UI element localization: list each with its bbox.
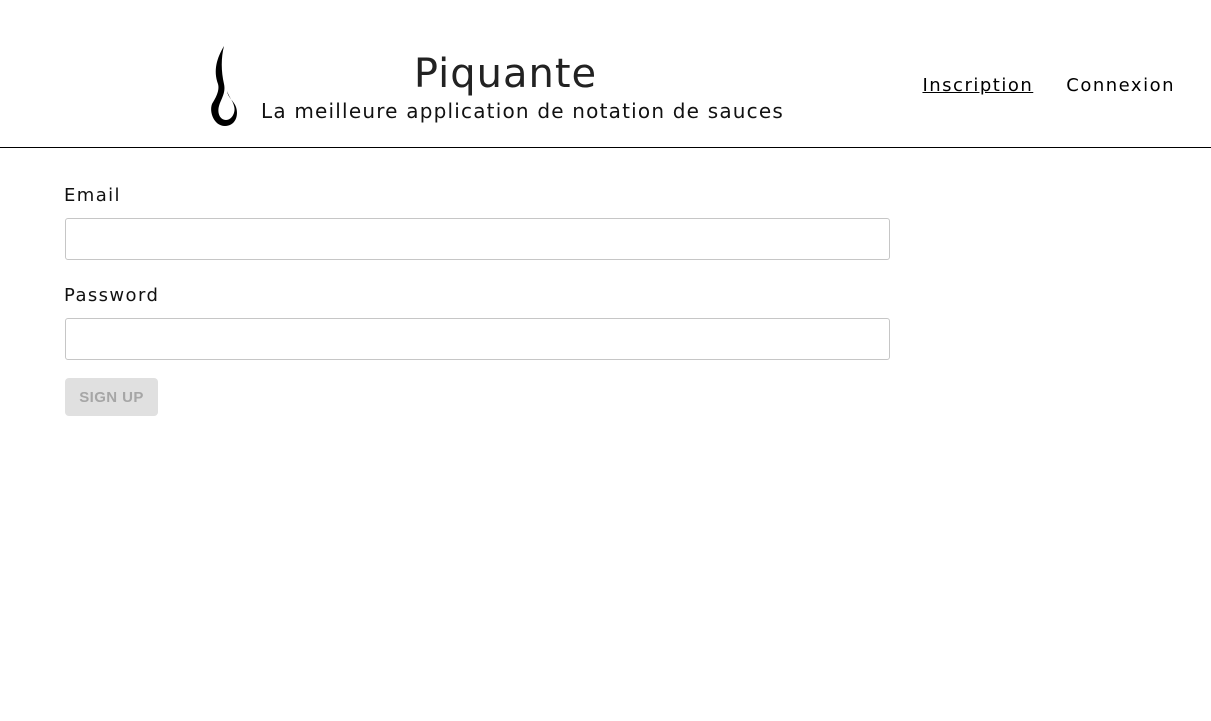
email-label: Email xyxy=(64,185,121,206)
flame-icon xyxy=(211,46,237,126)
site-title: Piquante xyxy=(413,51,598,97)
email-field-group: Email xyxy=(64,184,890,260)
password-field-group: Password xyxy=(64,284,890,360)
top-nav: Inscription Connexion xyxy=(922,74,1175,98)
password-input[interactable] xyxy=(65,318,890,360)
email-input[interactable] xyxy=(65,218,890,260)
sign-up-button[interactable]: Sign up xyxy=(65,378,158,416)
nav-link-connexion[interactable]: Connexion xyxy=(1066,74,1175,98)
site-tagline: La meilleure application de notation de … xyxy=(261,99,784,123)
nav-link-inscription[interactable]: Inscription xyxy=(922,74,1033,98)
signup-form: Email Password Sign up xyxy=(64,184,890,416)
site-header: Piquante La meilleure application de not… xyxy=(0,0,1211,148)
password-label: Password xyxy=(64,285,160,306)
